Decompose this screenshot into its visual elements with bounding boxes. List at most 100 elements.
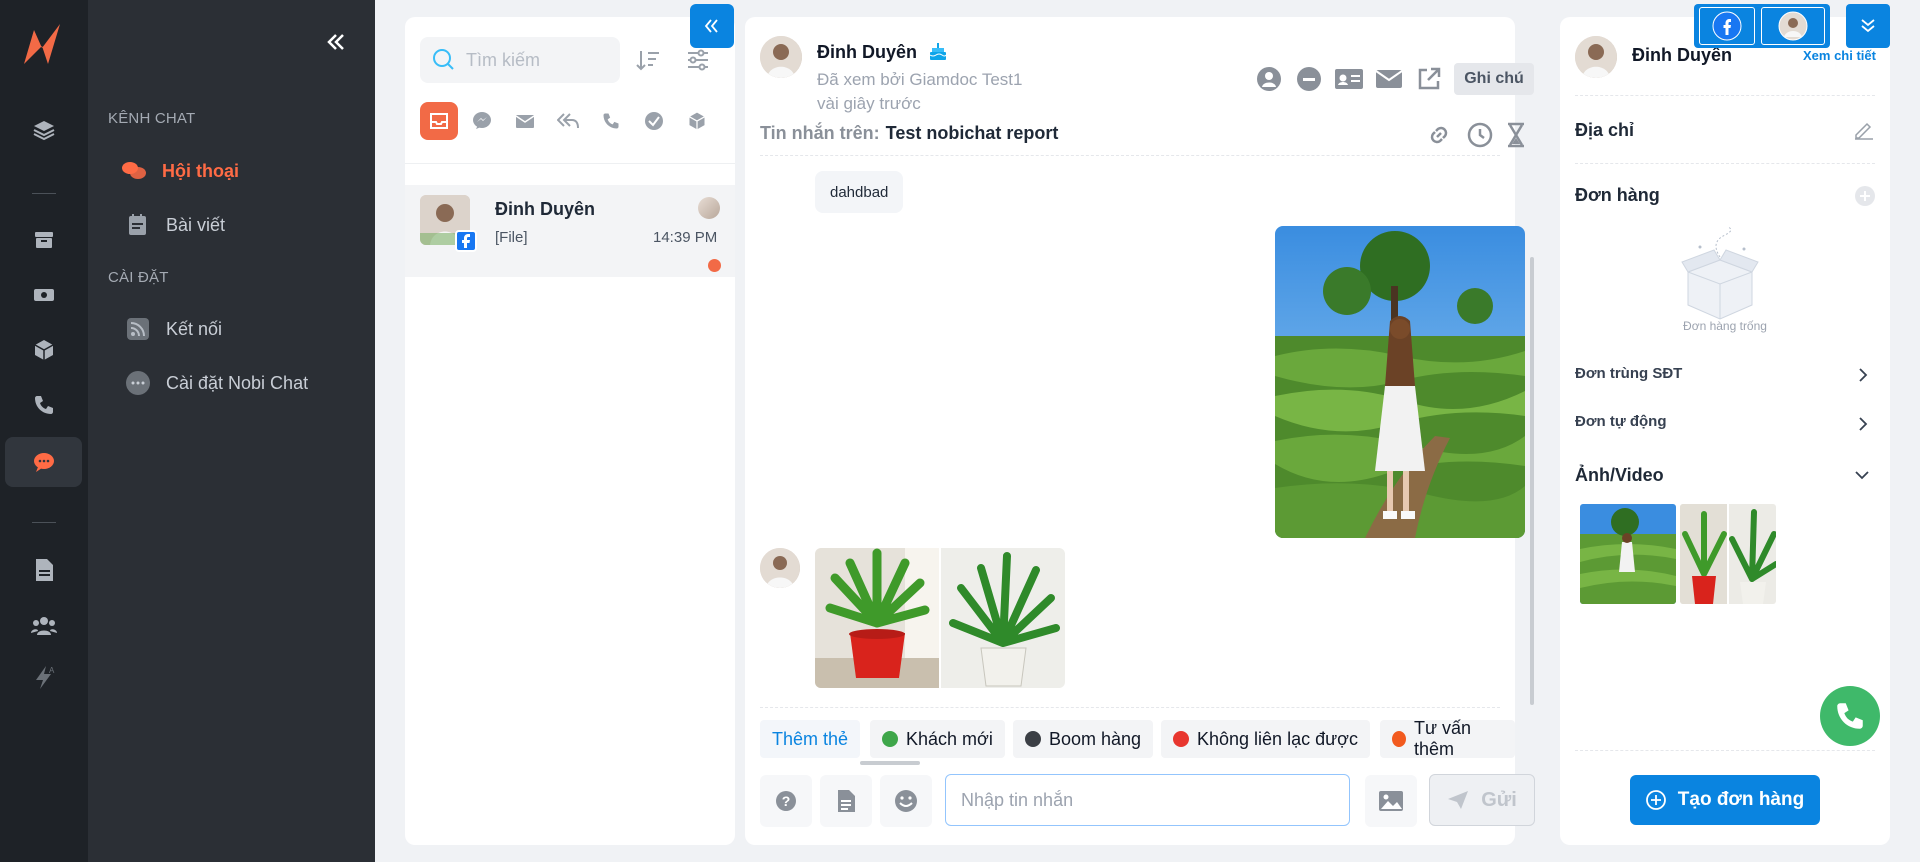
address-label: Địa chỉ — [1575, 120, 1635, 140]
assignee-avatar — [698, 197, 720, 219]
sort-icon[interactable] — [633, 45, 663, 75]
message-input[interactable] — [945, 774, 1350, 826]
tag-boom[interactable]: Boom hàng — [1013, 720, 1154, 758]
nav-item-connect[interactable]: Kết nối — [124, 314, 222, 344]
attach-image-icon[interactable] — [1365, 775, 1417, 827]
tag-label: Boom hàng — [1049, 728, 1142, 749]
add-order-plus-icon[interactable] — [1855, 186, 1875, 206]
media-label: Ảnh/Video — [1575, 465, 1664, 485]
filter-sliders-icon[interactable] — [683, 45, 713, 75]
messenger-source-icon — [708, 259, 721, 272]
filter-phone-icon[interactable] — [592, 102, 630, 140]
page-avatar[interactable] — [1761, 7, 1825, 45]
tag-consult-more[interactable]: Tư vấn thêm — [1380, 718, 1515, 759]
auto-orders[interactable]: Đơn tự động — [1575, 413, 1667, 430]
document-icon[interactable] — [5, 545, 82, 595]
image-plant-white-pot[interactable] — [941, 548, 1065, 688]
money-exchange-icon[interactable] — [5, 270, 82, 320]
hourglass-icon[interactable] — [1500, 119, 1532, 151]
call-button[interactable] — [1820, 686, 1880, 746]
help-question-icon[interactable]: ? — [760, 775, 812, 827]
phone-icon — [1833, 699, 1867, 733]
envelope-icon[interactable] — [1373, 63, 1405, 95]
automation-bolt-icon[interactable]: A — [5, 652, 82, 702]
seen-time-text: vài giây trước — [817, 94, 921, 113]
tag-unreachable[interactable]: Không liên lạc được — [1161, 720, 1370, 758]
toggle-list-button[interactable] — [690, 4, 734, 48]
facebook-page-icon[interactable] — [1699, 7, 1755, 45]
send-button[interactable]: Gửi — [1429, 774, 1535, 826]
edit-pencil-icon[interactable] — [1853, 118, 1875, 140]
filter-done-icon[interactable] — [635, 102, 673, 140]
section-divider — [1575, 95, 1875, 96]
conversation-name: Đinh Duyên — [495, 199, 596, 219]
empty-orders-text: Đơn hàng trống — [1683, 319, 1767, 333]
section-divider — [1575, 750, 1875, 751]
conversation-preview: [File] — [495, 229, 528, 246]
chevron-down-icon[interactable] — [1854, 469, 1870, 481]
chevron-right-icon[interactable] — [1857, 415, 1869, 433]
message-bubble: dahdbad — [815, 171, 904, 213]
filter-box-icon[interactable] — [678, 102, 716, 140]
birthday-cake-icon — [927, 41, 949, 63]
page-selector[interactable] — [1694, 4, 1830, 48]
search-box[interactable] — [420, 37, 620, 83]
media-thumb-tea-field[interactable] — [1580, 504, 1676, 604]
collapse-sidebar-icon[interactable] — [316, 28, 356, 56]
tag-new-customer[interactable]: Khách mới — [870, 720, 1005, 758]
received-images-plants[interactable] — [815, 548, 1065, 688]
tag-label: Tư vấn thêm — [1413, 718, 1472, 759]
search-input[interactable] — [466, 49, 616, 71]
emoji-smile-icon[interactable] — [880, 775, 932, 827]
filter-reply-all-icon[interactable] — [549, 102, 587, 140]
template-document-icon[interactable] — [820, 775, 872, 827]
nav-item-posts[interactable]: Bài viết — [124, 210, 225, 240]
expand-pages-button[interactable] — [1846, 4, 1890, 48]
id-card-icon[interactable] — [1333, 63, 1365, 95]
conversation-list-panel: Đinh Duyên [File] 14:39 PM — [405, 17, 735, 845]
filter-inbox-icon[interactable] — [420, 102, 458, 140]
image-plant-red-pot[interactable] — [815, 548, 939, 688]
sent-image-tea-field[interactable] — [1275, 226, 1525, 538]
chat-scrollbar[interactable] — [1530, 257, 1534, 705]
conversation-item[interactable]: Đinh Duyên [File] 14:39 PM — [405, 185, 735, 277]
nobi-logo-icon[interactable] — [20, 20, 68, 68]
chevron-right-icon[interactable] — [1857, 366, 1869, 384]
filter-email-icon[interactable] — [506, 102, 544, 140]
svg-text:A: A — [49, 666, 55, 675]
archive-icon[interactable] — [5, 215, 82, 265]
svg-text:?: ? — [782, 793, 791, 809]
nav-item-nobi-settings[interactable]: Cài đặt Nobi Chat — [124, 368, 308, 398]
clock-icon[interactable] — [1464, 119, 1496, 151]
icon-rail: A — [0, 0, 88, 862]
tag-color-dot — [1173, 731, 1189, 747]
contact-message-avatar — [760, 548, 800, 588]
section-divider — [1575, 163, 1875, 164]
chat-bubble-icon[interactable] — [5, 437, 82, 487]
duplicate-phone-orders[interactable]: Đơn trùng SĐT — [1575, 365, 1682, 382]
user-profile-icon[interactable] — [1253, 63, 1285, 95]
users-icon[interactable] — [5, 600, 82, 650]
layers-icon[interactable] — [5, 105, 82, 155]
external-link-icon[interactable] — [1413, 63, 1445, 95]
nav-item-conversations[interactable]: Hội thoại — [120, 156, 239, 186]
filter-messenger-icon[interactable] — [463, 102, 501, 140]
tags-scrollbar[interactable] — [860, 761, 920, 765]
channel-nav-panel: KÊNH CHAT Hội thoại Bài viết CÀI ĐẶT Kết… — [88, 0, 375, 862]
link-icon[interactable] — [1423, 119, 1455, 151]
nav-item-label: Bài viết — [166, 214, 226, 235]
add-tag-button[interactable]: Thêm thẻ — [760, 720, 861, 758]
plus-circle-icon — [1645, 790, 1666, 810]
rss-feed-icon — [124, 315, 152, 343]
tag-color-dot — [1025, 731, 1041, 747]
create-order-button[interactable]: Tạo đơn hàng — [1630, 775, 1820, 825]
media-thumb-plants[interactable] — [1680, 504, 1776, 604]
block-minus-icon[interactable] — [1293, 63, 1325, 95]
phone-call-icon[interactable] — [5, 380, 82, 430]
post-notes-icon — [124, 211, 152, 239]
view-detail-link[interactable]: Xem chi tiết — [1803, 48, 1876, 63]
tag-label: Khách mới — [906, 728, 993, 749]
cube-icon[interactable] — [5, 325, 82, 375]
chat-panel: Đinh Duyên Đã xem bởi Giamdoc Test1 vài … — [745, 17, 1535, 845]
note-button[interactable]: Ghi chú — [1454, 63, 1534, 95]
